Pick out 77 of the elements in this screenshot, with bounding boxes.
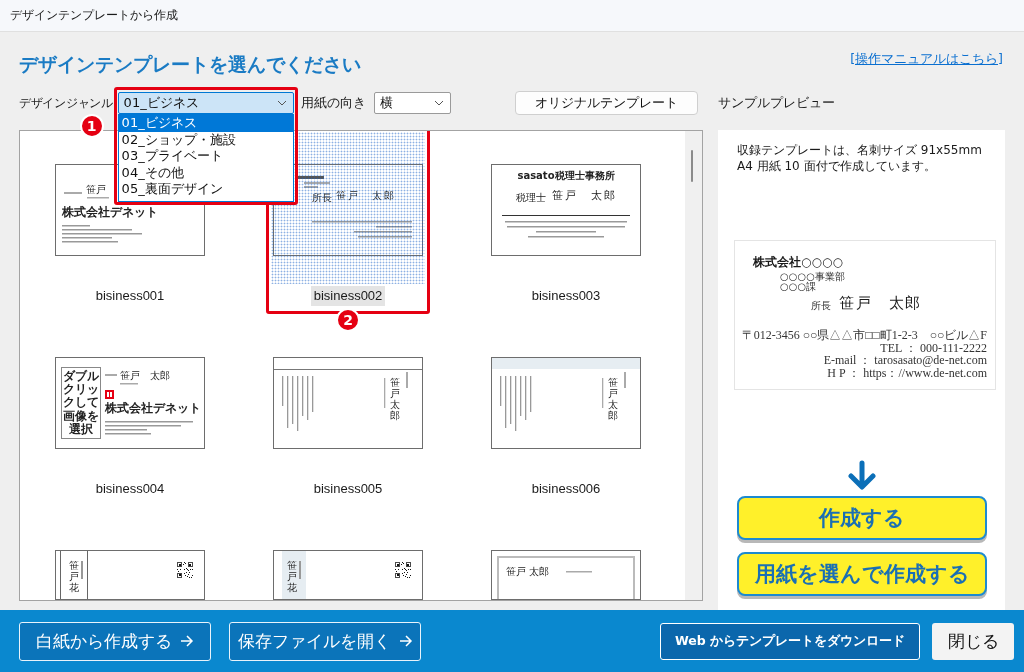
text-lines-drawing — [64, 192, 109, 199]
business-card-thumbnail[interactable]: sasato税理士事務所 税理士 笹戸 太郎 — [491, 164, 641, 256]
dropdown-option[interactable]: 03_プライベート — [118, 148, 293, 165]
scrollbar[interactable] — [685, 131, 702, 600]
company-name: 株式会社デネット — [62, 206, 158, 220]
address-line: 〒012-3456 ○○県△△市□□町1-2-3 ○○ビル△F — [741, 329, 987, 342]
template-name[interactable]: bisiness003 — [528, 286, 604, 306]
person-name: 笹戸 太郎 — [120, 370, 170, 381]
genre-label: デザインジャンル — [19, 95, 113, 111]
person-name: 笹戸 太郎 — [506, 566, 550, 577]
person-name: 笹戸太郎 — [608, 377, 618, 421]
text-line-drawing — [299, 561, 301, 579]
address-line: TEL ： 000-111-2222 — [880, 341, 987, 354]
arrow-right-icon — [180, 635, 194, 647]
create-button[interactable]: 作成する — [737, 496, 987, 540]
template-name[interactable]: bisiness005 — [310, 479, 386, 499]
annotation-badge: 2 — [336, 308, 360, 332]
address-line: E-mail ： tarosasato@de-net.com — [822, 354, 987, 367]
orientation-dropdown[interactable]: 横 — [373, 92, 451, 114]
template-name[interactable]: bisiness006 — [528, 479, 604, 499]
annotation-badge: 1 — [79, 114, 104, 138]
company-name: 株式会社デネット — [105, 402, 201, 416]
template-name[interactable]: bisiness002 — [310, 286, 386, 306]
dropdown-option[interactable]: 02_ショップ・施設 — [118, 131, 293, 149]
business-card-thumbnail[interactable]: 笹戸花 — [55, 550, 205, 600]
side-band — [282, 551, 306, 599]
text-line-drawing — [81, 561, 83, 579]
person-name: 笹戸 太郎 — [839, 295, 922, 312]
open-file-button[interactable]: 保存ファイルを開く — [229, 621, 421, 661]
business-card-thumbnail[interactable]: 笹戸太郎 — [491, 357, 641, 449]
job-title: 所長 — [312, 192, 332, 203]
person-name: 笹戸 太郎 — [336, 190, 396, 201]
preview-label: サンプルプレビュー — [718, 95, 835, 110]
text-lines-drawing — [500, 376, 532, 431]
company-name: 株式会社○○○○ — [753, 254, 843, 271]
job-title: 所長 — [811, 301, 831, 311]
business-card-thumbnail[interactable]: 笹戸太郎 — [273, 357, 423, 449]
genre-dropdown[interactable]: 01_ビジネス — [117, 92, 294, 114]
scrollbar-thumb[interactable] — [691, 150, 693, 182]
qr-code-icon — [395, 562, 411, 578]
text-line-drawing — [566, 571, 592, 573]
person-name: 笹戸太郎 — [390, 377, 400, 421]
department-name: ○○○○事業部 — [780, 272, 845, 282]
department-name: ○○○課 — [780, 282, 818, 292]
manual-link[interactable]: [操作マニュアルはこちら] — [850, 51, 1003, 80]
arrow-right-icon — [398, 635, 413, 647]
qr-code-icon — [177, 562, 193, 578]
business-card-thumbnail[interactable]: 笹戸 太郎 — [491, 550, 641, 600]
template-name[interactable]: bisiness001 — [92, 286, 168, 306]
image-placeholder: ダブルクリックして画像を選択 — [61, 367, 101, 439]
job-title: 税理士 — [516, 192, 546, 203]
choose-paper-button[interactable]: 用紙を選んで作成する — [737, 552, 987, 596]
window-title: デザインテンプレートから作成 — [10, 7, 178, 24]
download-button[interactable]: Web からテンプレートをダウンロード — [660, 622, 920, 660]
template-info-text: 収録テンプレートは、名刺サイズ 91x55mm A4 用紙 10 面付で作成しています。 — [737, 142, 983, 174]
page-heading: デザインテンプレートを選んでください — [19, 52, 361, 77]
logo-icon — [105, 390, 114, 399]
person-name: 笹戸 — [86, 184, 106, 195]
arrow-down-icon — [846, 460, 878, 490]
text-lines-drawing — [282, 376, 314, 431]
address-line: H P ： https：//www.de-net.com — [826, 366, 987, 379]
orientation-label: 用紙の向き — [300, 94, 366, 112]
original-template-button[interactable]: オリジナルテンプレート — [514, 91, 698, 115]
side-lines-drawing — [60, 551, 88, 599]
business-card-thumbnail[interactable]: 笹戸花 — [273, 550, 423, 600]
person-name: 笹戸花 — [287, 560, 297, 593]
chevron-down-icon — [276, 100, 287, 106]
person-name: 笹戸花 — [69, 560, 79, 593]
close-button[interactable]: 閉じる — [932, 622, 1014, 660]
office-name: sasato税理士事務所 — [516, 170, 616, 181]
chevron-down-icon — [433, 100, 444, 106]
blank-create-button[interactable]: 白紙から作成する — [19, 621, 211, 661]
template-name[interactable]: bisiness004 — [92, 479, 168, 499]
dropdown-option[interactable]: 01_ビジネス — [118, 115, 293, 132]
business-card-thumbnail[interactable]: 所長 笹戸 太郎 — [273, 164, 423, 256]
person-name: 笹戸 太郎 — [552, 190, 617, 203]
text-lines-drawing — [296, 176, 330, 188]
